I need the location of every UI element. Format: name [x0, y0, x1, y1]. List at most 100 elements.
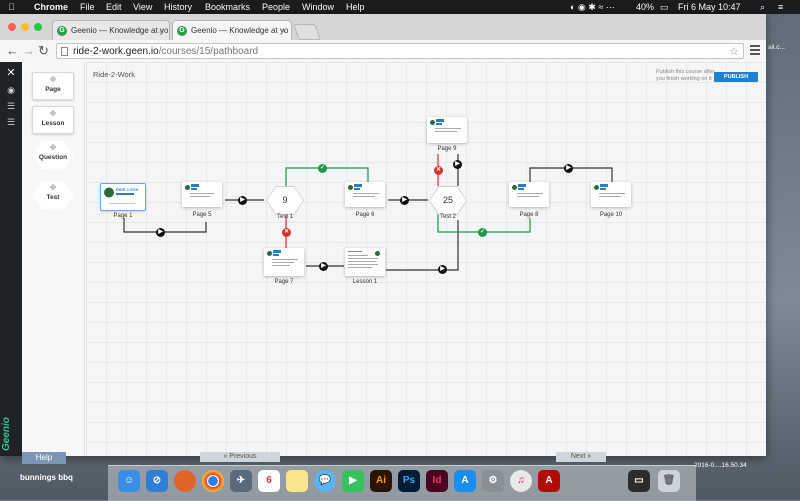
- node-page-10[interactable]: [591, 182, 631, 207]
- close-window-icon[interactable]: [8, 23, 16, 31]
- preferences-icon[interactable]: ⚙: [482, 470, 504, 492]
- node-label-page5: Page 5: [192, 212, 212, 218]
- menu-help[interactable]: Help: [346, 0, 365, 14]
- pathboard-canvas[interactable]: Ride-2-Work Publish this course after yo…: [86, 62, 766, 456]
- play-icon[interactable]: ▶: [238, 196, 247, 205]
- indesign-icon[interactable]: Id: [426, 470, 448, 492]
- tab-geenio-1[interactable]: G Geenio — Knowledge at yo ×: [52, 20, 170, 40]
- mac-menubar:  Chrome File Edit View History Bookmark…: [0, 0, 800, 14]
- link-lesson1-test2[interactable]: [386, 220, 459, 271]
- zoom-window-icon[interactable]: [34, 23, 42, 31]
- minimize-window-icon[interactable]: [21, 23, 29, 31]
- fail-icon[interactable]: ✕: [282, 228, 291, 237]
- browser-toolbar: ← → ↻ ride-2-work.geen.io/courses/15/pat…: [0, 40, 766, 63]
- trash-icon[interactable]: 🗑: [658, 470, 680, 492]
- check-icon[interactable]: ✓: [318, 164, 327, 173]
- facetime-icon[interactable]: ▶: [342, 470, 364, 492]
- node-label-page10: Page 10: [599, 212, 623, 218]
- palette-page[interactable]: ✥ Page: [32, 72, 74, 100]
- close-icon[interactable]: ✕: [5, 68, 17, 79]
- menu-edit[interactable]: Edit: [106, 0, 122, 14]
- node-label-lesson1: Lesson 1: [352, 279, 378, 285]
- notification-center-icon[interactable]: ≡: [778, 0, 783, 14]
- battery-percent[interactable]: 40%: [636, 0, 654, 14]
- next-button-underlying[interactable]: Next »: [556, 452, 606, 462]
- desktop-file-label[interactable]: 2016-0....16.50.34: [694, 462, 747, 469]
- node-lesson-1[interactable]: [345, 248, 385, 276]
- messages-icon[interactable]: 💬: [314, 470, 336, 492]
- battery-icon[interactable]: ▭: [660, 0, 669, 14]
- bookmark-star-icon[interactable]: ☆: [729, 44, 739, 60]
- appstore-icon[interactable]: A: [454, 470, 476, 492]
- play-icon[interactable]: ▶: [319, 262, 328, 271]
- list-icon[interactable]: ☰: [5, 101, 17, 111]
- reload-icon[interactable]: ↻: [38, 43, 49, 59]
- finder-icon[interactable]: ☺: [118, 470, 140, 492]
- eye-icon[interactable]: ◉: [5, 85, 17, 95]
- menu-bookmarks[interactable]: Bookmarks: [205, 0, 250, 14]
- node-page-6[interactable]: [345, 182, 385, 207]
- node-label-page9: Page 9: [437, 146, 457, 152]
- node-page-9[interactable]: [427, 117, 467, 143]
- notes-icon[interactable]: [286, 470, 308, 492]
- acrobat-icon[interactable]: A: [538, 470, 560, 492]
- firefox-icon[interactable]: [174, 470, 196, 492]
- itunes-icon[interactable]: ♫: [510, 470, 532, 492]
- node-page-5[interactable]: [182, 182, 222, 207]
- migrate-icon[interactable]: ✈: [230, 470, 252, 492]
- url-host: ride-2-work.geen.io: [73, 46, 159, 57]
- node-label-page6: Page 6: [355, 212, 375, 218]
- tab-geenio-2[interactable]: G Geenio — Knowledge at yo ×: [172, 20, 292, 40]
- outline-icon[interactable]: ☰: [5, 117, 17, 127]
- chrome-icon[interactable]: [202, 470, 224, 492]
- page-info-icon[interactable]: [61, 47, 68, 56]
- node-page-7[interactable]: [264, 248, 304, 276]
- previous-button-underlying[interactable]: « Previous: [200, 452, 280, 462]
- close-tab-icon[interactable]: ×: [159, 21, 164, 40]
- chrome-menu-icon[interactable]: [750, 45, 760, 55]
- tab-title: Geenio — Knowledge at yo: [191, 26, 289, 35]
- safari-icon[interactable]: ⊘: [146, 470, 168, 492]
- play-icon[interactable]: ▶: [438, 265, 447, 274]
- close-tab-icon[interactable]: ×: [281, 21, 286, 40]
- tab-title: Geenio — Knowledge at yo: [71, 26, 169, 35]
- address-bar[interactable]: ride-2-work.geen.io/courses/15/pathboard…: [56, 43, 744, 59]
- play-icon[interactable]: ▶: [453, 160, 462, 169]
- node-page-1[interactable]: RIDE 2 SCHOOL: [100, 183, 146, 211]
- menu-file[interactable]: File: [80, 0, 95, 14]
- path-connections: [123, 154, 613, 271]
- menu-history[interactable]: History: [164, 0, 192, 14]
- help-button-underlying[interactable]: Help: [22, 452, 66, 464]
- palette-test[interactable]: ✥ Test: [32, 181, 74, 209]
- menu-app-name[interactable]: Chrome: [34, 0, 68, 14]
- link-page1-page5[interactable]: [123, 218, 207, 233]
- desktop-file-label[interactable]: ail.c...: [768, 44, 785, 51]
- illustrator-icon[interactable]: Ai: [370, 470, 392, 492]
- play-icon[interactable]: ▶: [156, 228, 165, 237]
- fail-icon[interactable]: ✕: [434, 166, 443, 175]
- play-icon[interactable]: ▶: [400, 196, 409, 205]
- menu-people[interactable]: People: [262, 0, 290, 14]
- node-page-8[interactable]: [509, 182, 549, 207]
- desktop-file-label[interactable]: bunnings bbq: [20, 473, 73, 482]
- check-icon[interactable]: ✓: [478, 228, 487, 237]
- play-icon[interactable]: ▶: [564, 164, 573, 173]
- datetime[interactable]: Fri 6 May 10:47: [678, 0, 741, 14]
- new-tab-button[interactable]: [293, 24, 321, 40]
- palette-question[interactable]: ✥ Question: [32, 141, 74, 169]
- palette-lesson[interactable]: ✥ Lesson: [32, 106, 74, 134]
- apple-menu-icon[interactable]: : [8, 0, 15, 14]
- logo-text: RIDE 2 SCHOOL: [116, 187, 138, 192]
- terminal-icon[interactable]: ▭: [628, 470, 650, 492]
- menu-view[interactable]: View: [133, 0, 152, 14]
- spotlight-icon[interactable]: ⌕: [760, 0, 765, 14]
- calendar-icon[interactable]: 6: [258, 470, 280, 492]
- palette-label: Page: [45, 86, 61, 93]
- menu-window[interactable]: Window: [302, 0, 334, 14]
- back-icon[interactable]: ←: [6, 43, 19, 59]
- forward-icon[interactable]: →: [22, 43, 35, 59]
- photoshop-icon[interactable]: Ps: [398, 470, 420, 492]
- geenio-app: ✕ ◉ ☰ ☰ Geenio ✥ Page ✥ Lesson ✥ Questio…: [0, 62, 766, 456]
- status-icons[interactable]: ◐ ◉ ✱ ≈ ⋯: [570, 0, 615, 14]
- move-icon: ✥: [49, 75, 57, 84]
